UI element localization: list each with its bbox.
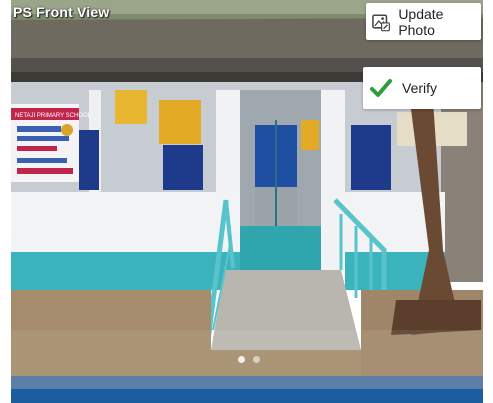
carousel-dot[interactable] bbox=[253, 356, 260, 363]
carousel-indicator bbox=[238, 356, 260, 363]
update-photo-label: Update Photo bbox=[398, 5, 444, 38]
bottom-bar-top-strip bbox=[11, 376, 483, 389]
bottom-bar-bottom-strip bbox=[11, 389, 483, 403]
school-photo[interactable]: NETAJI PRIMARY SCHOOL PS Front View bbox=[11, 0, 483, 376]
bottom-bar bbox=[11, 376, 483, 403]
checkmark-icon bbox=[370, 79, 392, 97]
school-building-image: NETAJI PRIMARY SCHOOL bbox=[11, 0, 483, 376]
update-photo-button[interactable]: Update Photo bbox=[366, 3, 481, 40]
verify-button[interactable]: Verify bbox=[363, 67, 481, 109]
image-edit-icon bbox=[372, 13, 390, 31]
banner-text: NETAJI PRIMARY SCHOOL bbox=[15, 113, 92, 119]
carousel-dot[interactable] bbox=[238, 356, 245, 363]
verify-label: Verify bbox=[402, 80, 438, 96]
photo-title: PS Front View bbox=[13, 4, 110, 20]
